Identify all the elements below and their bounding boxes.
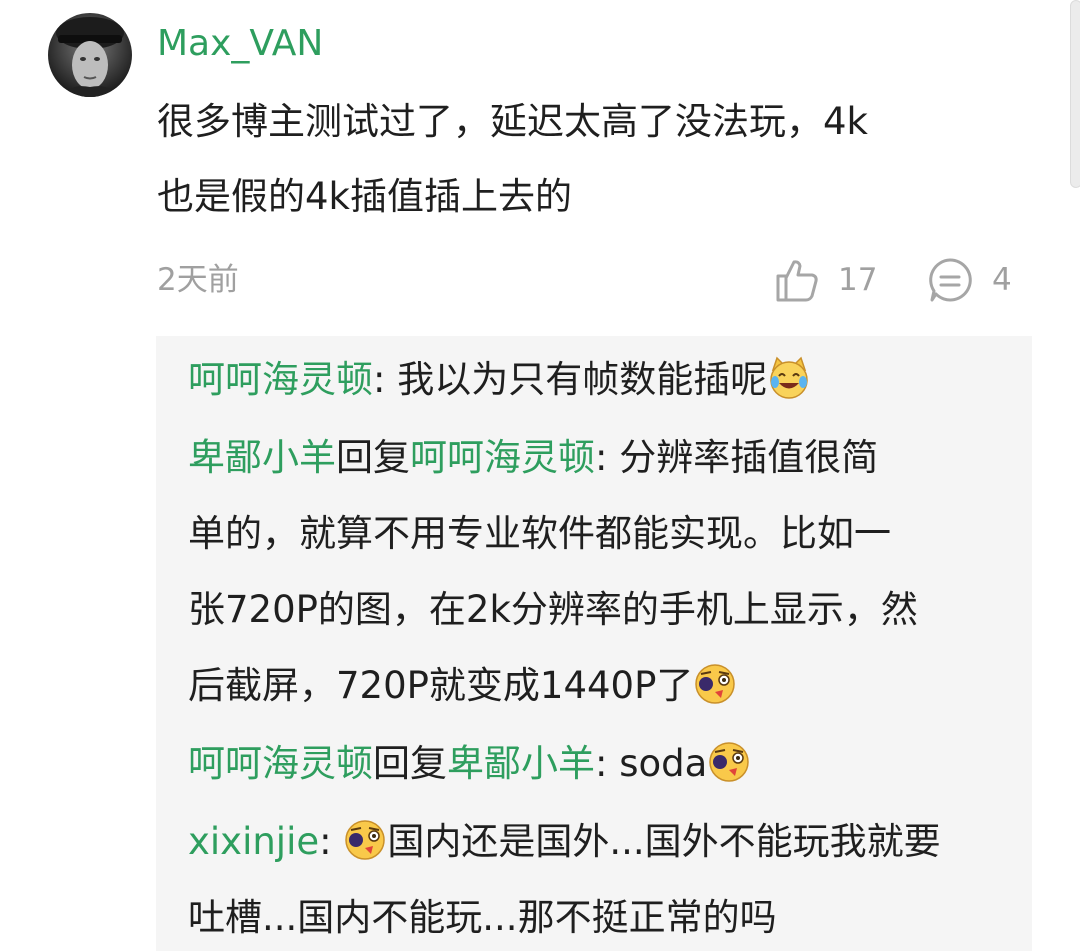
like-count: 17 xyxy=(838,262,878,298)
reply-count: 4 xyxy=(992,262,1012,298)
reply-text: 单的，就算不用专业软件都能实现。比如一 xyxy=(188,512,891,555)
reply-text: soda xyxy=(619,742,708,785)
reply-text: 张720P的图，在2k分辨率的手机上显示，然 xyxy=(188,588,918,631)
reply-line: xixinjie: 国内还是国外...国外不能玩我就要 xyxy=(188,804,1018,880)
reply-text: 后截屏，720P就变成1440P了 xyxy=(188,664,694,707)
reply-separator: : xyxy=(373,358,398,401)
reply-item[interactable]: 卑鄙小羊回复呵呵海灵顿: 分辨率插值很简 单的，就算不用专业软件都能实现。比如一… xyxy=(188,420,1018,724)
reply-separator: : xyxy=(595,436,620,479)
reply-text: 我以为只有帧数能插呢 xyxy=(397,358,768,401)
reply-text: 国内还是国外...国外不能玩我就要 xyxy=(387,820,941,863)
scrollbar-thumb[interactable] xyxy=(1070,0,1080,188)
reply-item[interactable]: 呵呵海灵顿回复卑鄙小羊: soda xyxy=(188,726,1018,802)
laughing-tears-cat-emoji-icon xyxy=(770,356,808,399)
reply-to-user[interactable]: 呵呵海灵顿 xyxy=(410,436,595,479)
reply-line: 呵呵海灵顿回复卑鄙小羊: soda xyxy=(188,726,1018,802)
comment-text-line: 很多博主测试过了，延迟太高了没法玩，4k xyxy=(157,100,868,143)
replies-container[interactable]: 呵呵海灵顿: 我以为只有帧数能插呢 卑鄙小羊回复呵呵海灵顿: 分辨率插值很简 单… xyxy=(156,336,1032,951)
like-button[interactable]: 17 xyxy=(772,254,877,306)
reply-line: 卑鄙小羊回复呵呵海灵顿: 分辨率插值很简 xyxy=(188,420,1018,496)
reply-author[interactable]: xixinjie xyxy=(188,820,319,863)
comment-text: 很多博主测试过了，延迟太高了没法玩，4k 也是假的4k插值插上去的 xyxy=(157,84,1037,234)
user-avatar[interactable] xyxy=(48,13,132,97)
comment-page: Max_VAN 很多博主测试过了，延迟太高了没法玩，4k 也是假的4k插值插上去… xyxy=(0,0,1080,951)
avatar-man-photo-icon xyxy=(48,13,132,97)
smirk-emoji-icon xyxy=(695,664,736,704)
smirk-emoji-icon xyxy=(709,742,750,782)
reply-separator: : xyxy=(595,742,620,785)
reply-text: 吐槽...国内不能玩...那不挺正常的吗 xyxy=(188,896,777,939)
reply-author[interactable]: 呵呵海灵顿 xyxy=(188,358,373,401)
reply-line: 呵呵海灵顿: 我以为只有帧数能插呢 xyxy=(188,342,1018,418)
reply-separator: : xyxy=(319,820,344,863)
comment-text-line: 也是假的4k插值插上去的 xyxy=(157,175,572,218)
reply-item[interactable]: xixinjie: 国内还是国外...国外不能玩我就要 吐槽...国内不能玩..… xyxy=(188,804,1018,951)
comment-username[interactable]: Max_VAN xyxy=(157,18,323,70)
comment-bubble-icon xyxy=(929,258,972,302)
reply-to-user[interactable]: 卑鄙小羊 xyxy=(447,742,595,785)
comment-timestamp: 2天前 xyxy=(157,262,239,298)
reply-author[interactable]: 卑鄙小羊 xyxy=(188,436,336,479)
reply-button[interactable]: 4 xyxy=(926,254,1012,306)
reply-text: 分辨率插值很简 xyxy=(619,436,879,479)
thumbs-up-icon xyxy=(776,260,818,302)
reply-author[interactable]: 呵呵海灵顿 xyxy=(188,742,373,785)
reply-line: 后截屏，720P就变成1440P了 xyxy=(188,648,1018,724)
reply-word: 回复 xyxy=(336,436,410,479)
smirk-emoji-icon xyxy=(345,820,386,860)
reply-word: 回复 xyxy=(373,742,447,785)
reply-item[interactable]: 呵呵海灵顿: 我以为只有帧数能插呢 xyxy=(188,342,1018,418)
